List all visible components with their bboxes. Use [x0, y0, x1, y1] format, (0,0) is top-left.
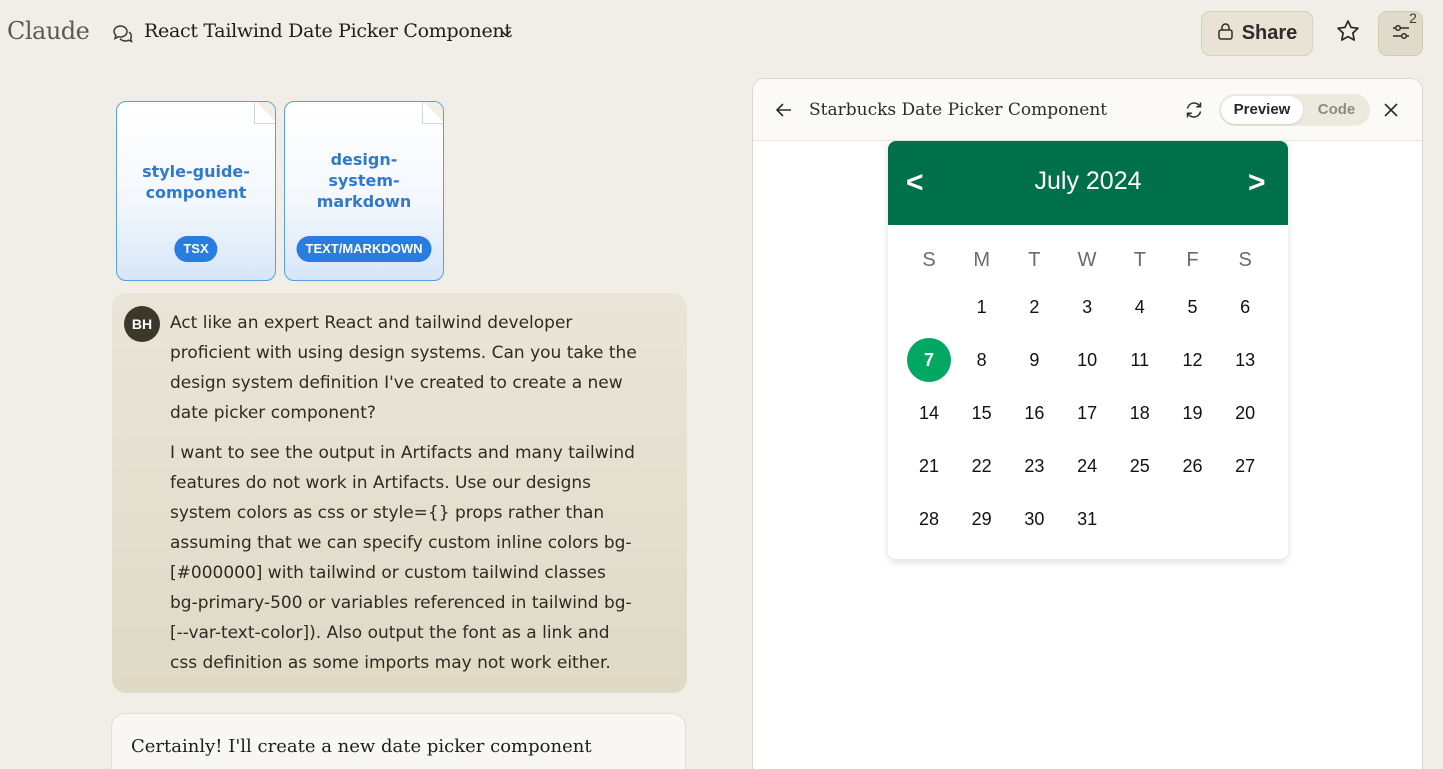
calendar-day[interactable]: 1	[960, 285, 1004, 329]
share-button[interactable]: Share	[1201, 11, 1313, 56]
calendar-day[interactable]: 3	[1065, 285, 1109, 329]
date-picker: < July 2024 > S M T W T F S 1 2 3 4 5 6 7 8 9 10 11 12 13 14…	[888, 141, 1288, 559]
weekday-header: M	[973, 249, 991, 271]
calendar-day[interactable]: 23	[1012, 444, 1056, 488]
back-arrow-icon[interactable]	[773, 99, 795, 121]
calendar-day[interactable]: 14	[907, 391, 951, 435]
calendar-day[interactable]: 6	[1223, 285, 1267, 329]
message-line: features do not work in Artifacts. Use o…	[170, 473, 591, 493]
attachment-card-design-system[interactable]: design- system- markdown TEXT/MARKDOWN	[284, 101, 444, 281]
message-line: assuming that we can specify custom inli…	[170, 533, 632, 553]
calendar-day[interactable]: 28	[907, 497, 951, 541]
calendar-day[interactable]: 4	[1118, 285, 1162, 329]
calendar-day[interactable]: 19	[1171, 391, 1215, 435]
weekday-header: S	[1238, 249, 1252, 271]
next-month-button[interactable]: >	[1248, 165, 1266, 201]
calendar-day[interactable]: 17	[1065, 391, 1109, 435]
calendar-day[interactable]: 18	[1118, 391, 1162, 435]
calendar-day[interactable]: 31	[1065, 497, 1109, 541]
user-message: BH Act like an expert React and tailwind…	[112, 293, 687, 693]
assistant-message: Certainly! I'll create a new date picker…	[111, 713, 686, 769]
attachment-name-line: system-	[328, 171, 400, 190]
calendar-day[interactable]: 16	[1012, 391, 1056, 435]
page-fold	[422, 102, 443, 124]
message-paragraph: Act like an expert React and tailwind de…	[170, 308, 670, 428]
brand-logo[interactable]: Claude	[7, 17, 90, 45]
message-line: design system definition I've created to…	[170, 373, 623, 393]
month-label: July 2024	[1034, 167, 1142, 195]
calendar-day[interactable]: 27	[1223, 444, 1267, 488]
weekday-header: T	[1133, 249, 1146, 271]
tab-code[interactable]: Code	[1305, 96, 1368, 124]
attachment-name-line: style-guide-	[142, 162, 250, 181]
calendar-day[interactable]: 11	[1118, 338, 1162, 382]
message-line: I want to see the output in Artifacts an…	[170, 443, 635, 463]
attachment-name: design- system- markdown	[285, 149, 443, 212]
chat-bubble-icon	[111, 22, 133, 44]
star-icon	[1335, 18, 1361, 48]
calendar-day[interactable]: 25	[1118, 444, 1162, 488]
calendar-day[interactable]: 22	[960, 444, 1004, 488]
avatar: BH	[124, 306, 160, 342]
attachment-type-badge: TEXT/MARKDOWN	[296, 236, 432, 262]
attachment-card-style-guide[interactable]: style-guide- component TSX	[116, 101, 276, 281]
calendar-day[interactable]: 24	[1065, 444, 1109, 488]
calendar-day[interactable]: 5	[1171, 285, 1215, 329]
refresh-icon[interactable]	[1183, 99, 1205, 121]
calendar-day[interactable]: 9	[1012, 338, 1056, 382]
close-icon[interactable]	[1381, 100, 1401, 120]
weekday-header: S	[922, 249, 936, 271]
weekday-header: T	[1028, 249, 1041, 271]
attachment-type-badge: TSX	[174, 236, 218, 262]
message-line: date picker component?	[170, 403, 376, 423]
conversation-title[interactable]: React Tailwind Date Picker Component	[144, 20, 512, 42]
assistant-message-text: Certainly! I'll create a new date picker…	[131, 736, 592, 757]
calendar-day[interactable]: 26	[1171, 444, 1215, 488]
calendar-day[interactable]: 30	[1012, 497, 1056, 541]
attachment-name: style-guide- component	[117, 161, 275, 203]
weekday-header: F	[1186, 249, 1199, 271]
message-line: system colors as css or style={} props r…	[170, 503, 605, 523]
message-line: css definition as some imports may not w…	[170, 653, 611, 673]
view-toggle: Preview Code	[1219, 94, 1370, 126]
share-label: Share	[1241, 22, 1298, 44]
calendar-day[interactable]: 29	[960, 497, 1004, 541]
calendar-day[interactable]: 10	[1065, 338, 1109, 382]
message-line: [--var-text-color]). Also output the fon…	[170, 623, 610, 643]
page-fold	[254, 102, 275, 124]
message-line: bg-primary-500 or variables referenced i…	[170, 593, 632, 613]
calendar-day[interactable]: 13	[1223, 338, 1267, 382]
message-line: Act like an expert React and tailwind de…	[170, 313, 573, 333]
attachment-name-line: design-	[330, 150, 398, 169]
selected-day[interactable]: 7	[907, 338, 951, 382]
calendar-day[interactable]: 21	[907, 444, 951, 488]
message-line: proficient with using design systems. Ca…	[170, 343, 637, 363]
message-line: [#000000] with tailwind or custom tailwi…	[170, 563, 606, 583]
calendar-day[interactable]: 12	[1171, 338, 1215, 382]
calendar-day[interactable]: 15	[960, 391, 1004, 435]
tab-preview[interactable]: Preview	[1221, 96, 1303, 124]
date-picker-header: < July 2024 >	[888, 141, 1288, 225]
star-button[interactable]	[1331, 16, 1365, 50]
lock-icon	[1217, 22, 1234, 45]
weekday-header: W	[1077, 249, 1097, 271]
calendar-day[interactable]: 20	[1223, 391, 1267, 435]
artifact-panel: Starbucks Date Picker Component Preview …	[752, 78, 1423, 769]
chevron-down-icon[interactable]	[499, 25, 513, 39]
attachment-name-line: markdown	[316, 192, 412, 211]
attachment-name-line: component	[145, 183, 247, 202]
artifact-header: Starbucks Date Picker Component Preview …	[753, 79, 1422, 141]
settings-count-badge: 2	[1409, 10, 1417, 26]
artifact-title: Starbucks Date Picker Component	[809, 100, 1108, 120]
message-paragraph: I want to see the output in Artifacts an…	[170, 438, 670, 678]
calendar-day[interactable]: 2	[1012, 285, 1056, 329]
user-message-text: Act like an expert React and tailwind de…	[170, 308, 670, 678]
top-bar: Claude React Tailwind Date Picker Compon…	[0, 0, 1443, 66]
calendar-day[interactable]: 8	[960, 338, 1004, 382]
